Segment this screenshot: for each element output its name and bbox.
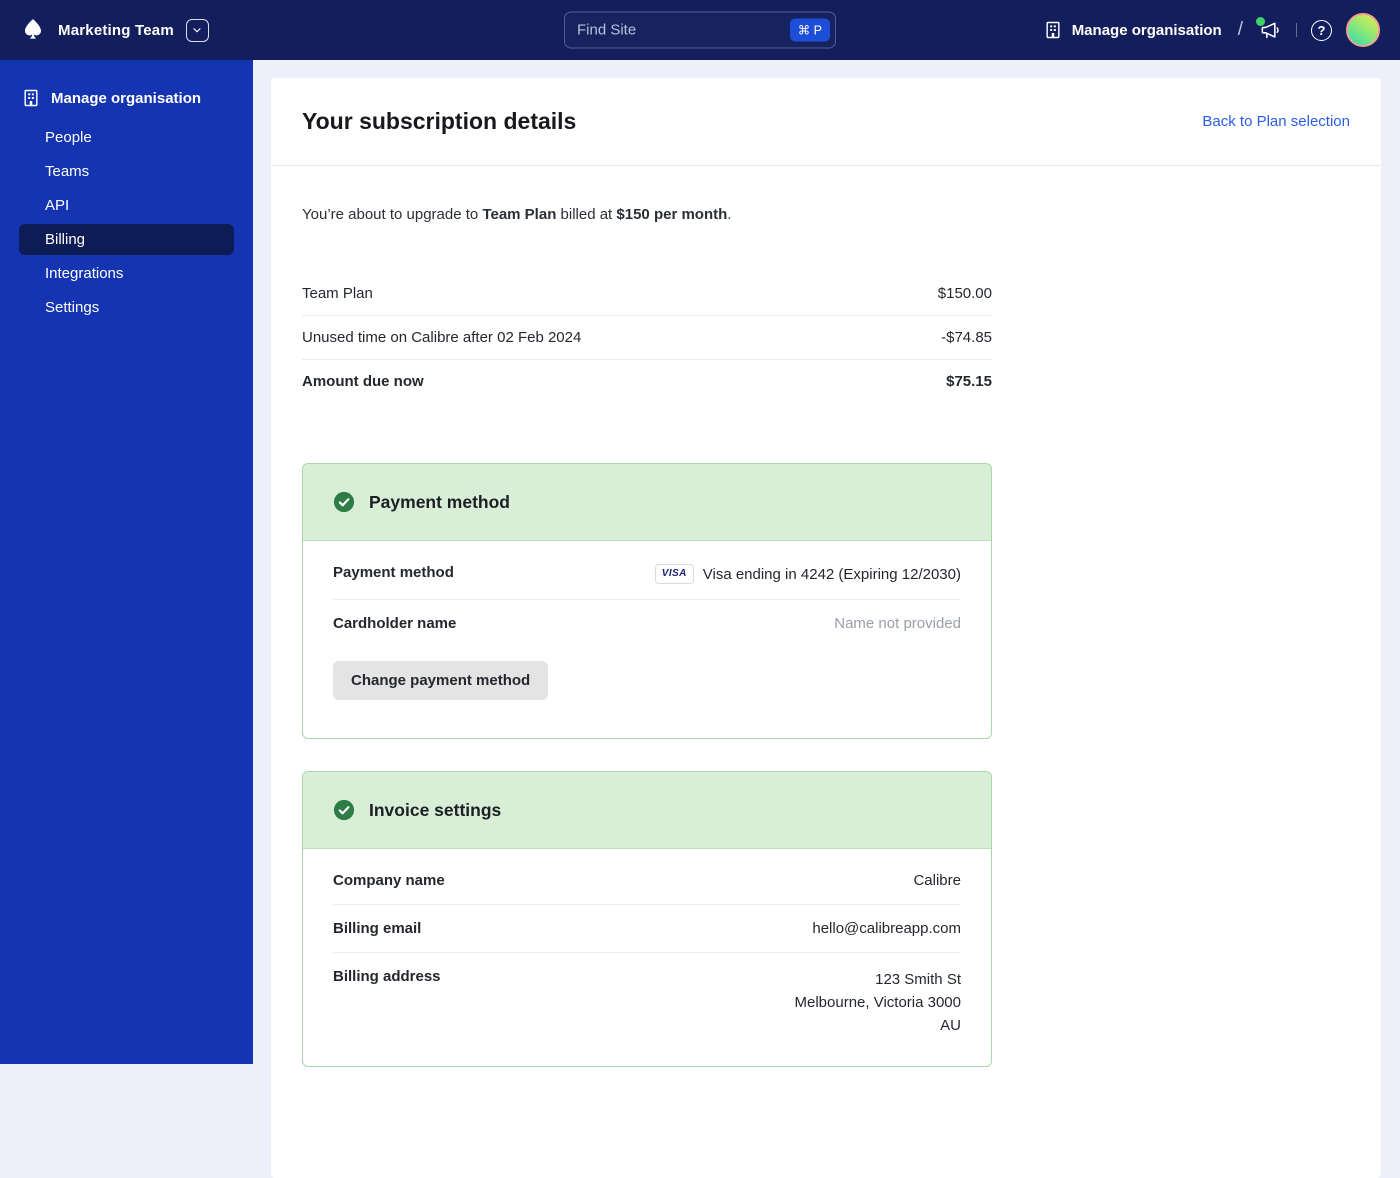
slash-divider: / (1238, 19, 1243, 41)
cardholder-name-row: Cardholder name Name not provided (333, 600, 961, 647)
invoice-settings-card-title: Invoice settings (369, 800, 501, 821)
invoice-settings-card-header: Invoice settings (303, 772, 991, 849)
billing-email-row: Billing email hello@calibreapp.com (333, 905, 961, 953)
summary-value: -$74.85 (941, 329, 992, 346)
row-label: Company name (333, 872, 445, 889)
sidebar-manage-organisation-header: Manage organisation (0, 80, 253, 118)
billing-email-value: hello@calibreapp.com (812, 920, 961, 937)
upgrade-note-suffix: . (727, 206, 731, 223)
panel-header: Your subscription details Back to Plan s… (271, 78, 1381, 166)
topbar: Marketing Team ⌘ P Manage organisation / (0, 0, 1400, 60)
check-circle-icon (333, 799, 355, 821)
address-line: Melbourne, Victoria 3000 (795, 991, 962, 1014)
company-name-value: Calibre (913, 872, 961, 889)
table-row: Team Plan $150.00 (302, 272, 992, 316)
change-payment-method-button[interactable]: Change payment method (333, 661, 548, 700)
sidebar-item-people[interactable]: People (19, 122, 234, 153)
visa-card-icon: VISA (655, 564, 694, 584)
sidebar-item-settings[interactable]: Settings (19, 292, 234, 323)
main-content: Your subscription details Back to Plan s… (253, 60, 1400, 1064)
back-to-plan-selection-link[interactable]: Back to Plan selection (1202, 113, 1350, 130)
table-row-amount-due: Amount due now $75.15 (302, 360, 992, 403)
summary-value: $150.00 (938, 285, 992, 302)
summary-label: Team Plan (302, 285, 373, 302)
upgrade-note-plan: Team Plan (482, 206, 556, 223)
payment-method-card-title: Payment method (369, 492, 510, 513)
help-question-icon: ? (1318, 23, 1326, 38)
search-input[interactable] (577, 22, 790, 39)
keyboard-shortcut-badge: ⌘ P (790, 19, 830, 42)
team-switcher-chevron-down-icon[interactable] (186, 19, 209, 42)
upgrade-note-prefix: You’re about to upgrade to (302, 206, 482, 223)
sidebar-header-label: Manage organisation (51, 90, 201, 107)
team-name: Marketing Team (58, 22, 174, 39)
sidebar-item-teams[interactable]: Teams (19, 156, 234, 187)
company-name-row: Company name Calibre (333, 857, 961, 905)
calibre-logo-spade-icon (20, 17, 46, 43)
sidebar-nav: People Teams API Billing Integrations Se… (0, 122, 253, 323)
icon-divider (1296, 23, 1297, 37)
upgrade-note-middle: billed at (556, 206, 616, 223)
summary-value: $75.15 (946, 373, 992, 390)
page-title: Your subscription details (302, 108, 576, 135)
check-circle-icon (333, 491, 355, 513)
sidebar-item-billing[interactable]: Billing (19, 224, 234, 255)
subscription-panel: Your subscription details Back to Plan s… (271, 78, 1381, 1178)
card-details: Visa ending in 4242 (Expiring 12/2030) (703, 566, 961, 583)
summary-label: Amount due now (302, 373, 424, 390)
help-button[interactable]: ? (1311, 20, 1332, 41)
manage-organisation-label: Manage organisation (1072, 22, 1222, 39)
invoice-settings-card: Invoice settings Company name Calibre Bi… (302, 771, 992, 1067)
address-line: 123 Smith St (795, 968, 962, 991)
table-row: Unused time on Calibre after 02 Feb 2024… (302, 316, 992, 360)
billing-address-row: Billing address 123 Smith St Melbourne, … (333, 953, 961, 1052)
upgrade-note: You’re about to upgrade to Team Plan bil… (302, 206, 992, 223)
notification-dot (1256, 17, 1265, 26)
row-label: Payment method (333, 564, 454, 581)
sidebar-item-integrations[interactable]: Integrations (19, 258, 234, 289)
building-icon (21, 88, 41, 108)
charge-summary-table: Team Plan $150.00 Unused time on Calibre… (302, 272, 992, 403)
upgrade-note-price: $150 per month (616, 206, 727, 223)
summary-label: Unused time on Calibre after 02 Feb 2024 (302, 329, 581, 346)
payment-method-card: Payment method Payment method VISA Visa … (302, 463, 992, 739)
row-label: Billing address (333, 968, 441, 985)
billing-address-value: 123 Smith St Melbourne, Victoria 3000 AU (795, 968, 962, 1037)
payment-method-row: Payment method VISA Visa ending in 4242 … (333, 549, 961, 600)
row-label: Cardholder name (333, 615, 456, 632)
sidebar: Manage organisation People Teams API Bil… (0, 60, 253, 1064)
cardholder-name-value: Name not provided (834, 615, 961, 632)
announcements-button[interactable] (1259, 19, 1282, 42)
building-icon (1043, 20, 1063, 40)
address-line: AU (795, 1014, 962, 1037)
row-label: Billing email (333, 920, 421, 937)
manage-organisation-link[interactable]: Manage organisation (1043, 20, 1222, 40)
site-search[interactable]: ⌘ P (564, 12, 836, 49)
user-avatar[interactable] (1346, 13, 1380, 47)
sidebar-item-api[interactable]: API (19, 190, 234, 221)
payment-method-card-header: Payment method (303, 464, 991, 541)
